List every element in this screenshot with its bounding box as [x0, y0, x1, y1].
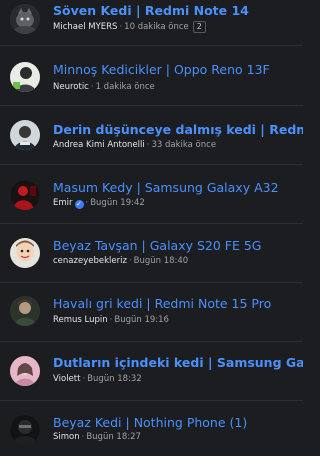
author-name[interactable]: cenazeyebekleriz: [53, 256, 127, 266]
thread-title[interactable]: Dutların içindeki kedi | Samsung Galaxy …: [53, 355, 303, 371]
thread-time[interactable]: 1 dakika önce: [96, 82, 155, 92]
thread-time[interactable]: 10 dakika önce: [124, 22, 189, 32]
thread-meta: Remus Lupin · Bugün 19:16: [53, 315, 169, 325]
divider: [0, 45, 303, 46]
avatar[interactable]: [10, 4, 40, 34]
thread-meta: Violett · Bugün 18:32: [53, 374, 142, 384]
author-name[interactable]: Simon: [53, 432, 80, 442]
avatar-person-green-icon: [10, 62, 40, 92]
thread-meta: Simon · Bugün 18:27: [53, 432, 141, 442]
thread-time[interactable]: Bugün 18:40: [134, 256, 189, 266]
thread-title[interactable]: Beyaz Tavşan | Galaxy S20 FE 5G: [53, 238, 262, 254]
avatar[interactable]: [10, 356, 40, 386]
author-name[interactable]: Violett: [53, 374, 80, 384]
verified-badge-icon: ✓: [74, 200, 84, 209]
thread-title[interactable]: Havalı gri kedi | Redmi Note 15 Pro: [53, 296, 271, 312]
thread-meta: Andrea Kimi Antonelli · 33 dakika önce: [53, 140, 217, 150]
thread-title[interactable]: Masum Kedy | Samsung Galaxy A32: [53, 180, 279, 196]
thread-title[interactable]: Minnoş Kedicikler | Oppo Reno 13F: [53, 62, 270, 78]
thread-time[interactable]: Bugün 19:16: [114, 315, 169, 325]
thread-title[interactable]: Söven Kedi | Redmi Note 14: [53, 3, 249, 19]
avatar-masked-figure-icon: [10, 415, 40, 445]
thread-title[interactable]: Beyaz Kedi | Nothing Phone (1): [53, 415, 247, 431]
thread-meta: cenazeyebekleriz · Bugün 18:40: [53, 256, 189, 266]
thread-time[interactable]: Bugün 19:42: [90, 198, 145, 208]
avatar-cartoon-face-icon: [10, 238, 40, 268]
avatar-cat-dark-icon: [10, 4, 40, 34]
divider: [0, 282, 303, 283]
avatar[interactable]: [10, 238, 40, 268]
avatar[interactable]: [10, 120, 40, 150]
thread-meta: Michael MYERS · 10 dakika önce 2: [53, 21, 206, 33]
avatar[interactable]: [10, 296, 40, 326]
thread-time[interactable]: Bugün 18:27: [86, 432, 141, 442]
author-name[interactable]: Michael MYERS: [53, 22, 117, 32]
thread-meta: Neurotic · 1 dakika önce: [53, 82, 155, 92]
author-name[interactable]: Andrea Kimi Antonelli: [53, 140, 145, 150]
divider: [0, 223, 303, 224]
author-name[interactable]: Remus Lupin: [53, 315, 108, 325]
thread-time[interactable]: Bugün 18:32: [87, 374, 142, 384]
page-count-badge[interactable]: 2: [192, 21, 206, 33]
avatar-pink-portrait-icon: [10, 356, 40, 386]
divider: [0, 341, 303, 342]
avatar[interactable]: [10, 180, 40, 210]
divider: [0, 400, 303, 401]
avatar[interactable]: [10, 415, 40, 445]
divider: [0, 105, 303, 106]
author-name[interactable]: Emir: [53, 198, 73, 208]
author-name[interactable]: Neurotic: [53, 82, 89, 92]
thread-list: Söven Kedi | Redmi Note 14 Michael MYERS…: [0, 0, 303, 456]
thread-time[interactable]: 33 dakika önce: [151, 140, 216, 150]
avatar-dark-portrait-icon: [10, 296, 40, 326]
avatar-racing-driver-icon: [10, 120, 40, 150]
thread-meta: Emir ✓ · Bugün 19:42: [53, 198, 145, 209]
avatar-red-figure-icon: [10, 180, 40, 210]
divider: [0, 164, 303, 165]
thread-title[interactable]: Derin düşünceye dalmış kedi | Redmi Note…: [53, 122, 303, 138]
avatar[interactable]: [10, 62, 40, 92]
